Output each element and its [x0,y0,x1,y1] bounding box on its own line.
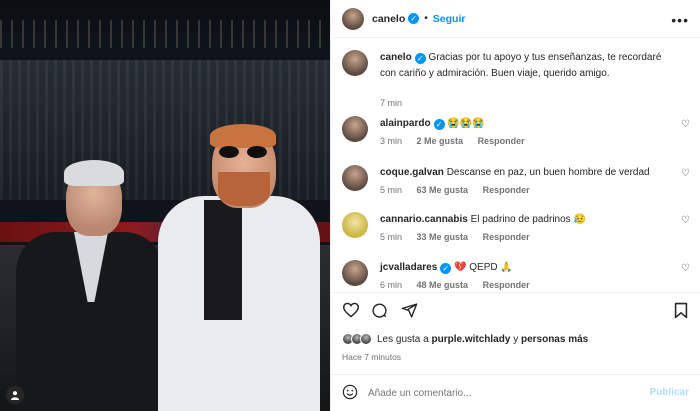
commenter-avatar[interactable] [342,260,368,286]
send-icon[interactable] [401,302,418,324]
stadium-lights [0,20,330,48]
post-timestamp[interactable]: Hace 7 minutos [342,352,401,362]
commenter-avatar[interactable] [342,165,368,191]
comment-item: jcvalladares ✓ 💔 QEPD 🙏 6 min 48 Me gusta… [342,260,692,290]
comment-item: alainpardo ✓ 😭😭😭 3 min 2 Me gusta Respond… [342,116,692,156]
follow-button[interactable]: Seguir [433,13,466,25]
heart-icon[interactable] [342,302,360,323]
likes-user[interactable]: purple.witchlady [432,334,511,345]
caption-meta: 7 min [380,98,414,108]
reply-button[interactable]: Responder [483,280,530,290]
verified-badge-icon: ✓ [440,263,452,274]
comment-text: El padrino de padrinos 😥 [470,214,586,225]
smiley-icon[interactable] [342,384,358,403]
comment-username[interactable]: coque.galvan [380,167,444,178]
comment-like-heart-icon[interactable]: ♡ [681,168,690,179]
comment-meta: 5 min 63 Me gusta Responder [380,185,542,195]
comment-meta: 6 min 48 Me gusta Responder [380,280,542,290]
commenter-avatar[interactable] [342,116,368,142]
reply-button[interactable]: Responder [478,136,525,146]
post-photo[interactable] [0,0,330,411]
comment-form: Publicar [331,374,700,411]
commenter-avatar[interactable] [342,212,368,238]
sunglasses [219,146,269,158]
comment-meta: 5 min 33 Me gusta Responder [380,232,542,242]
person-right-hair [210,124,276,148]
verified-badge-icon: ✓ [414,53,426,64]
likes-prefix: Les gusta a [377,333,429,345]
comment-username[interactable]: jcvalladares [380,262,437,273]
comment-icon[interactable] [371,302,388,324]
comment-time: 5 min [380,185,403,195]
liker-avatar [360,333,372,345]
user-tag-icon[interactable] [6,386,24,404]
comment-likes[interactable]: 33 Me gusta [417,232,469,242]
comment-text: 💔 QEPD 🙏 [454,262,513,273]
post-header: canelo ✓ • Seguir ••• [331,0,700,38]
comment-text: Descanse en paz, un buen hombre de verda… [446,167,650,178]
comment-likes[interactable]: 48 Me gusta [417,280,469,290]
comment-time: 5 min [380,232,403,242]
post-actions [331,292,700,332]
comment-text: 😭😭😭 [447,118,485,129]
verified-badge-icon: ✓ [408,13,420,24]
reply-button[interactable]: Responder [483,185,530,195]
comment-like-heart-icon[interactable]: ♡ [681,215,690,226]
stadium-stands [0,60,330,200]
author-avatar[interactable] [342,7,364,30]
separator-dot: • [424,13,428,24]
comment-likes[interactable]: 2 Me gusta [417,136,464,146]
author-avatar[interactable] [342,50,368,76]
comment-like-heart-icon[interactable]: ♡ [681,119,690,130]
comment-time: 3 min [380,136,403,146]
comment-meta: 3 min 2 Me gusta Responder [380,136,537,146]
caption-time: 7 min [380,98,403,108]
likes-summary: Les gusta a purple.witchlady y personas … [342,333,588,345]
comment-input[interactable] [368,387,628,399]
comment-item: cannario.cannabis El padrino de padrinos… [342,212,692,252]
comment-item: coque.galvan Descanse en paz, un buen ho… [342,165,692,205]
comment-username[interactable]: cannario.cannabis [380,214,468,225]
more-options-icon[interactable]: ••• [671,12,689,28]
comment-like-heart-icon[interactable]: ♡ [681,263,690,274]
comment-likes[interactable]: 63 Me gusta [417,185,469,195]
caption: canelo ✓ Gracias por tu apoyo y tus enseñ… [342,50,692,110]
verified-badge-icon: ✓ [433,119,445,130]
caption-username[interactable]: canelo [380,52,412,63]
comment-time: 6 min [380,280,403,290]
author-username[interactable]: canelo [372,13,405,25]
person-right-shirt [204,200,242,320]
likes-others[interactable]: personas más [521,334,588,345]
person-right-beard [218,172,270,206]
bookmark-icon[interactable] [674,302,688,324]
reply-button[interactable]: Responder [483,232,530,242]
comments-list[interactable]: canelo ✓ Gracias por tu apoyo y tus enseñ… [331,38,700,290]
publish-button[interactable]: Publicar [650,387,689,398]
person-left-hair [64,160,124,186]
likes-connector: y [513,333,519,345]
post-sidebar: canelo ✓ • Seguir ••• canelo ✓ Gracias po… [330,0,700,411]
comment-username[interactable]: alainpardo [380,118,431,129]
